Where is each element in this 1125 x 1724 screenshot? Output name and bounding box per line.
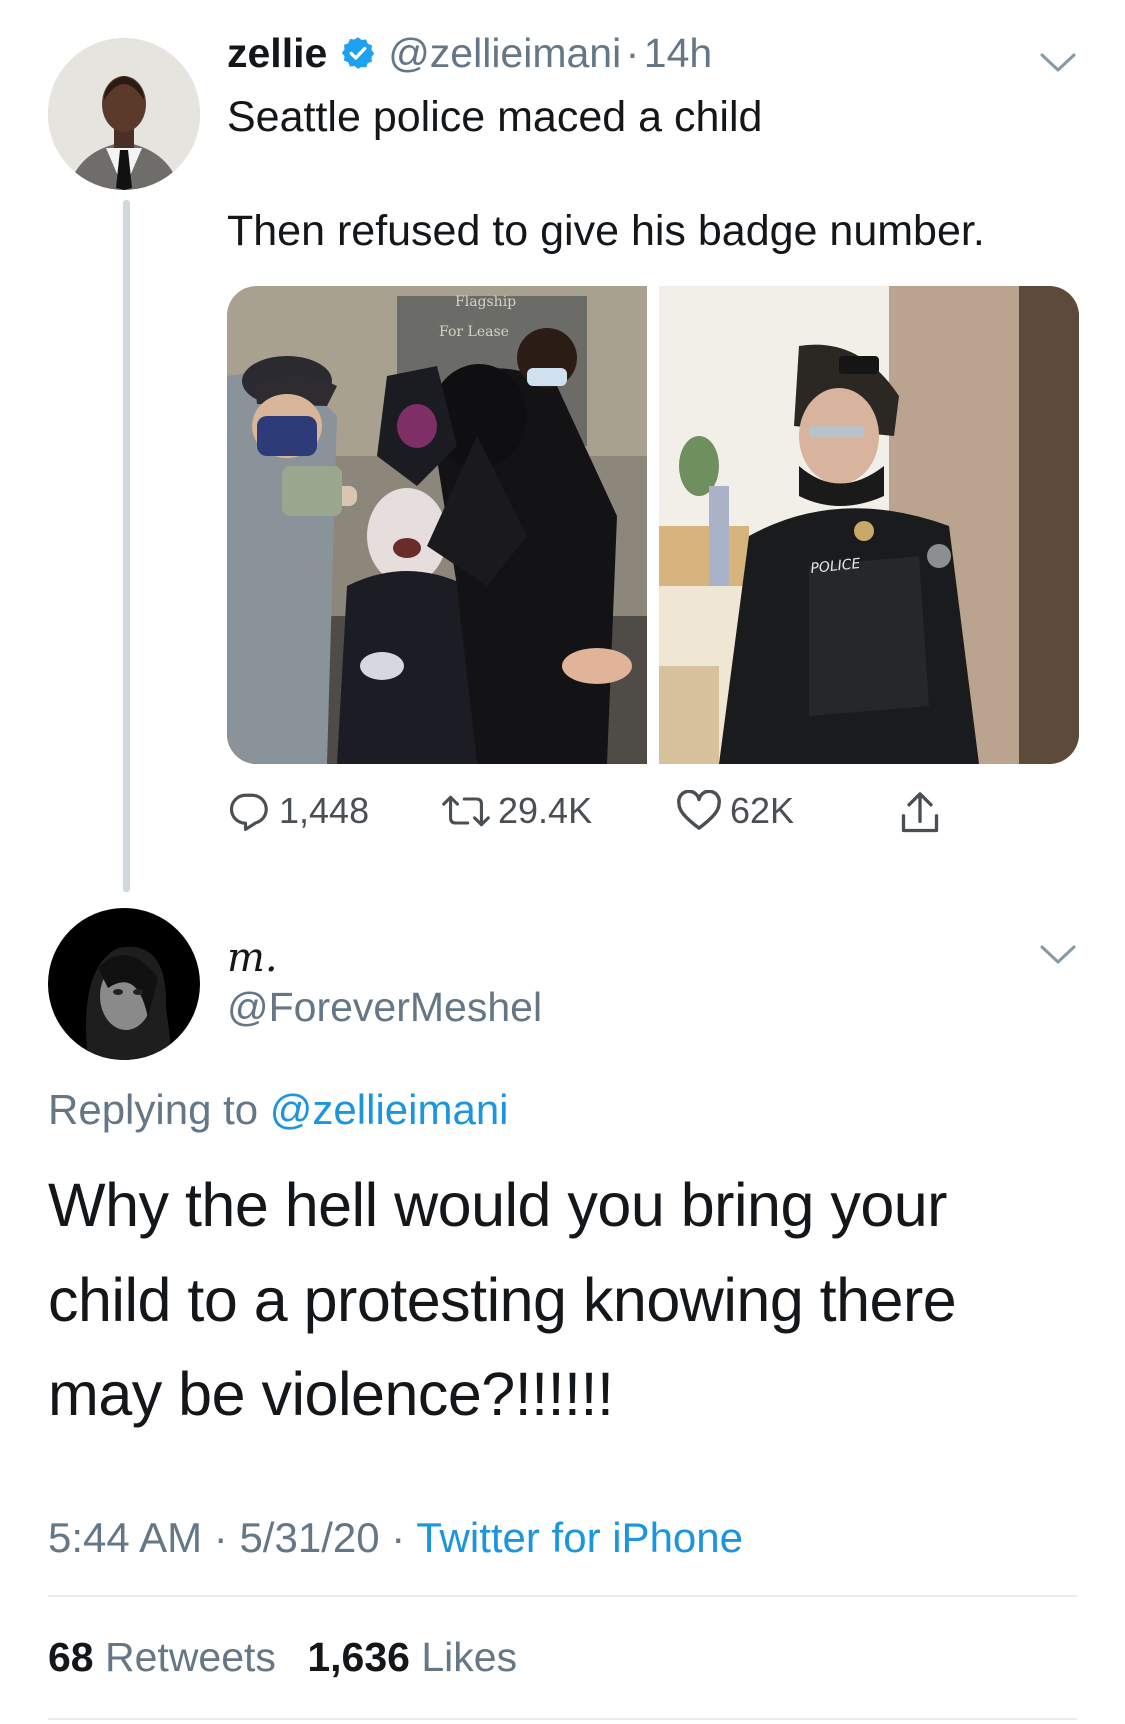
like-count: 62K: [730, 790, 795, 831]
protest-photo: Flagship For Lease: [227, 286, 647, 764]
likes-label: Likes: [421, 1634, 518, 1680]
avatar-image: [48, 38, 200, 190]
divider-bottom: [48, 1718, 1077, 1720]
zellie-avatar[interactable]: [48, 38, 200, 190]
verified-badge-icon: [341, 37, 374, 69]
replying-to: Replying to @zellieimani: [48, 1086, 509, 1134]
replying-handle-link[interactable]: @zellieimani: [270, 1086, 509, 1133]
retweets-label: Retweets: [105, 1634, 276, 1680]
author-handle[interactable]: @zellieimani: [388, 30, 621, 76]
retweets-stat[interactable]: 68 Retweets: [48, 1634, 276, 1680]
likes-count: 1,636: [307, 1634, 410, 1680]
share-action[interactable]: [898, 790, 950, 838]
tweet-media[interactable]: Flagship For Lease POLICE: [227, 286, 1079, 764]
retweet-count: 29.4K: [498, 790, 593, 831]
chevron-down-icon[interactable]: [1038, 942, 1078, 968]
reply-text: Why the hell would you bring your child …: [48, 1158, 957, 1442]
like-icon: [677, 790, 721, 830]
media-photo-protest[interactable]: Flagship For Lease: [227, 286, 647, 764]
reply-author-name[interactable]: m.: [227, 935, 278, 981]
tweet-text-line1: Seattle police maced a child: [227, 93, 763, 141]
reply-author-handle[interactable]: @ForeverMeshel: [227, 984, 542, 1031]
replying-prefix: Replying to: [48, 1086, 259, 1133]
reply-action[interactable]: 1,448: [227, 790, 369, 832]
tweet-text-line2: Then refused to give his badge number.: [227, 207, 985, 255]
sign-flagship: Flagship: [455, 294, 516, 310]
reply-date[interactable]: 5/31/20: [239, 1514, 379, 1561]
reply-meta: 5:44 AM · 5/31/20 · Twitter for iPhone: [48, 1514, 743, 1562]
thread-line: [123, 200, 130, 892]
meta-separator: ·: [213, 1514, 228, 1561]
like-action[interactable]: 62K: [676, 790, 794, 832]
sign-for-lease: For Lease: [439, 324, 509, 340]
reply-avatar[interactable]: [48, 908, 200, 1060]
reply-count: 1,448: [279, 790, 370, 831]
officer-photo: POLICE: [659, 286, 1079, 764]
author-name[interactable]: zellie: [227, 30, 327, 76]
likes-stat[interactable]: 1,636 Likes: [307, 1634, 517, 1680]
reply-text-line2: child to a protesting knowing there: [48, 1265, 957, 1334]
media-divider: [647, 286, 659, 764]
retweet-action[interactable]: 29.4K: [442, 790, 592, 832]
reply-avatar-image: [48, 908, 200, 1060]
chevron-down-icon[interactable]: [1038, 50, 1078, 76]
retweet-icon: [442, 795, 490, 827]
share-icon: [901, 792, 939, 833]
retweets-count: 68: [48, 1634, 94, 1680]
reply-icon: [230, 793, 268, 831]
reply-stats: 68 Retweets 1,636 Likes: [48, 1634, 517, 1681]
meta-separator: ·: [391, 1514, 406, 1561]
tweet-time[interactable]: 14h: [644, 30, 712, 76]
tweet-header: zellie @zellieimani · 14h: [227, 30, 712, 77]
reply-text-line3: may be violence?!!!!!!: [48, 1360, 614, 1429]
reply-text-line1: Why the hell would you bring your: [48, 1171, 947, 1239]
media-photo-officer[interactable]: POLICE: [659, 286, 1079, 764]
reply-source-link[interactable]: Twitter for iPhone: [416, 1514, 743, 1561]
separator-dot: ·: [625, 30, 640, 76]
reply-time[interactable]: 5:44 AM: [48, 1514, 202, 1561]
divider-top: [48, 1595, 1077, 1597]
